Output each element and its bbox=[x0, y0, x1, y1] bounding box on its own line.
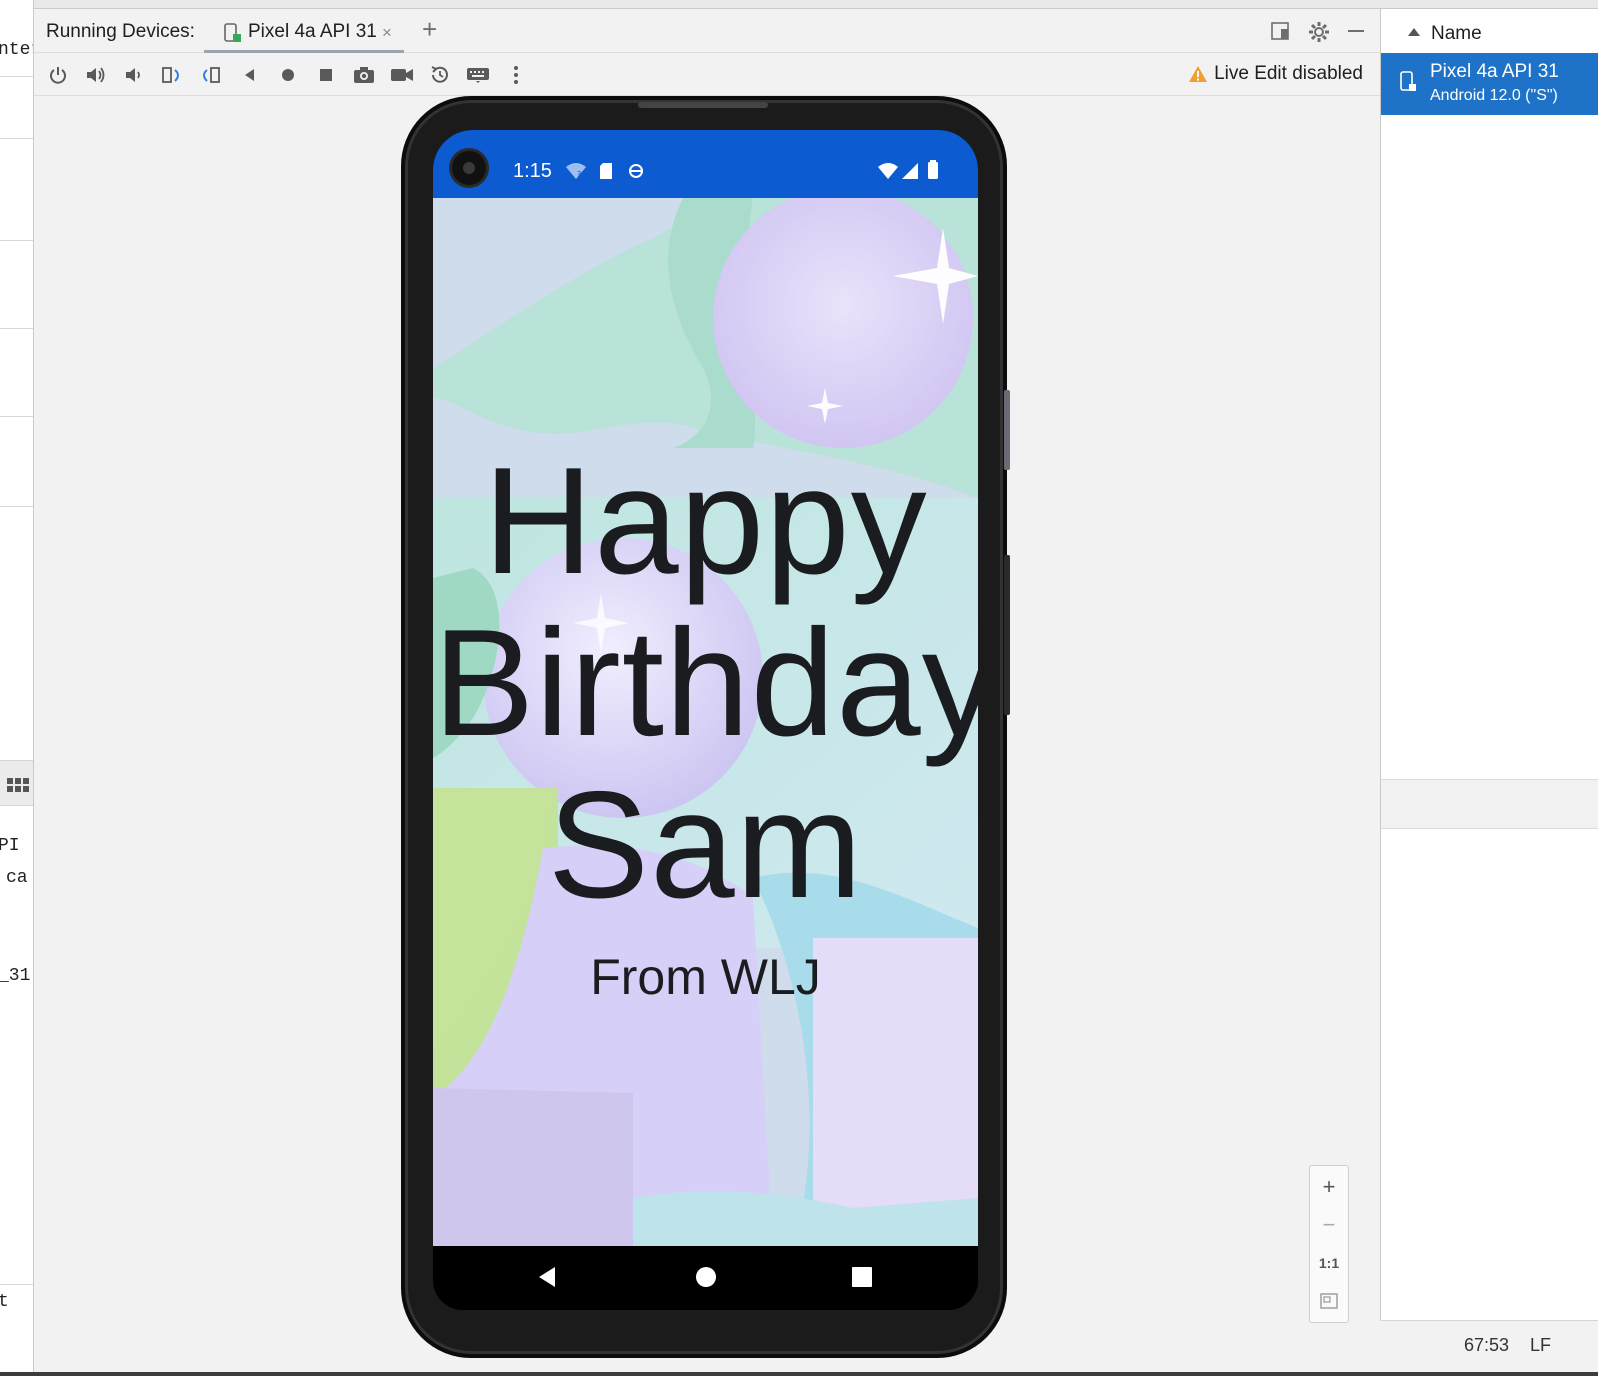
device-icon bbox=[1400, 71, 1416, 91]
tab-bar: Running Devices: Pixel 4a API 31 × + bbox=[34, 9, 1405, 53]
rotate-left-icon bbox=[162, 67, 179, 83]
overview-icon bbox=[320, 69, 332, 81]
caret-position[interactable]: 67:53 bbox=[1464, 1335, 1509, 1356]
status-time: 1:15 bbox=[513, 160, 552, 182]
editor-text-fragment: _31 bbox=[0, 966, 31, 986]
editor-text-fragment: PI bbox=[0, 836, 20, 856]
device-version: Android 12.0 ("S") bbox=[1430, 87, 1558, 104]
zoom-controls: + − 1:1 bbox=[1309, 1165, 1349, 1323]
back-button[interactable] bbox=[238, 63, 262, 87]
snapshot-icon bbox=[431, 66, 448, 83]
keyboard-icon bbox=[467, 68, 489, 83]
warning-icon bbox=[1189, 66, 1208, 82]
editor-text-fragment: nter bbox=[0, 40, 33, 60]
device-list-item[interactable]: Pixel 4a API 31 Android 12.0 ("S") bbox=[1381, 53, 1598, 115]
nav-home-icon[interactable] bbox=[695, 1266, 717, 1288]
nav-back-icon[interactable] bbox=[537, 1266, 557, 1288]
app-background-image: Happy Birthday Sam From WLJ bbox=[433, 198, 978, 1246]
zoom-out-button[interactable]: − bbox=[1310, 1206, 1348, 1244]
tab-close-icon[interactable]: × bbox=[382, 23, 392, 43]
android-nav-bar bbox=[433, 1246, 978, 1310]
home-button[interactable] bbox=[276, 63, 300, 87]
line-ending[interactable]: LF bbox=[1530, 1335, 1551, 1356]
svg-text:?: ? bbox=[577, 170, 581, 179]
wifi-unknown-icon: ? bbox=[566, 163, 586, 179]
cell-signal-icon bbox=[902, 163, 918, 179]
birthday-card: Happy Birthday Sam From WLJ bbox=[433, 198, 978, 1246]
volume-up-icon bbox=[87, 67, 105, 83]
add-tab-button[interactable]: + bbox=[422, 16, 437, 42]
zoom-in-button[interactable]: + bbox=[1310, 1168, 1348, 1206]
panel-divider-band bbox=[1381, 779, 1598, 829]
tab-pixel-4a-api-31[interactable]: Pixel 4a API 31 × bbox=[204, 9, 404, 53]
device-icon bbox=[224, 23, 241, 42]
volume-down-button[interactable] bbox=[122, 63, 146, 87]
divider bbox=[0, 328, 33, 329]
phone-power-key bbox=[1004, 390, 1010, 470]
camera-icon bbox=[354, 67, 374, 83]
ide-status-bar: 67:53 LF bbox=[1380, 1320, 1598, 1376]
layout-grid-icon[interactable] bbox=[7, 778, 29, 792]
back-icon bbox=[245, 69, 254, 81]
phone-volume-key bbox=[1004, 555, 1010, 715]
left-editor-strip: nter PI ca _31 t bbox=[0, 0, 34, 1376]
snapshot-button[interactable] bbox=[428, 63, 452, 87]
window-bottom-border bbox=[0, 1372, 1598, 1376]
divider bbox=[0, 76, 33, 77]
volume-up-button[interactable] bbox=[84, 63, 108, 87]
devices-list-panel: Name Pixel 4a API 31 Android 12.0 ("S") bbox=[1380, 9, 1598, 1376]
layout-toggle-icon[interactable] bbox=[1270, 21, 1290, 41]
phone-speaker bbox=[638, 102, 768, 108]
tab-label: Pixel 4a API 31 bbox=[248, 21, 377, 42]
power-button[interactable] bbox=[46, 63, 70, 87]
rotate-right-icon bbox=[203, 67, 220, 83]
data-saver-icon bbox=[629, 164, 643, 178]
keyboard-button[interactable] bbox=[466, 63, 490, 87]
panel-title: Running Devices: bbox=[46, 21, 195, 42]
rotate-left-button[interactable] bbox=[160, 63, 184, 87]
ide-window: nter PI ca _31 t Running Devices: Pixel bbox=[0, 0, 1598, 1376]
front-camera bbox=[449, 148, 489, 188]
greeting-text: Happy Birthday Sam bbox=[433, 436, 978, 930]
editor-text-fragment: ca bbox=[6, 868, 28, 888]
devices-table-header[interactable]: Name bbox=[1381, 17, 1598, 53]
device-screen[interactable]: 1:15 ? Happy Birthday Sam From WLJ bbox=[433, 130, 978, 1310]
volume-down-icon bbox=[126, 68, 140, 82]
gear-icon[interactable] bbox=[1308, 21, 1330, 43]
device-toolbar: Live Edit disabled bbox=[34, 54, 1405, 96]
live-edit-label: Live Edit disabled bbox=[1214, 63, 1363, 84]
nav-overview-icon[interactable] bbox=[851, 1266, 873, 1288]
power-icon bbox=[50, 67, 66, 84]
home-icon bbox=[282, 69, 294, 81]
video-camera-icon bbox=[391, 69, 413, 81]
screenshot-button[interactable] bbox=[352, 63, 376, 87]
divider bbox=[0, 416, 33, 417]
minimize-icon[interactable] bbox=[1346, 21, 1366, 41]
sort-ascending-icon bbox=[1408, 28, 1420, 36]
fit-screen-icon bbox=[1320, 1293, 1338, 1309]
divider bbox=[0, 240, 33, 241]
overview-button[interactable] bbox=[314, 63, 338, 87]
screen-record-button[interactable] bbox=[390, 63, 414, 87]
top-edge-toolbar bbox=[34, 0, 1598, 9]
fit-screen-button[interactable] bbox=[1310, 1282, 1348, 1320]
more-options-button[interactable] bbox=[504, 63, 528, 87]
battery-icon bbox=[928, 160, 938, 179]
more-vertical-icon bbox=[514, 66, 518, 84]
rotate-right-button[interactable] bbox=[198, 63, 222, 87]
signature-text: From WLJ bbox=[590, 949, 821, 1005]
actual-size-button[interactable]: 1:1 bbox=[1310, 1244, 1348, 1282]
divider bbox=[0, 1284, 33, 1285]
editor-text-fragment: t bbox=[0, 1292, 9, 1312]
divider bbox=[0, 506, 33, 507]
wifi-icon bbox=[878, 163, 898, 179]
android-status-bar: 1:15 ? bbox=[433, 130, 978, 198]
device-name: Pixel 4a API 31 bbox=[1430, 61, 1559, 82]
sd-card-icon bbox=[600, 163, 612, 179]
live-edit-status[interactable]: Live Edit disabled bbox=[1188, 63, 1363, 85]
divider bbox=[0, 138, 33, 139]
name-column-header: Name bbox=[1431, 23, 1482, 44]
